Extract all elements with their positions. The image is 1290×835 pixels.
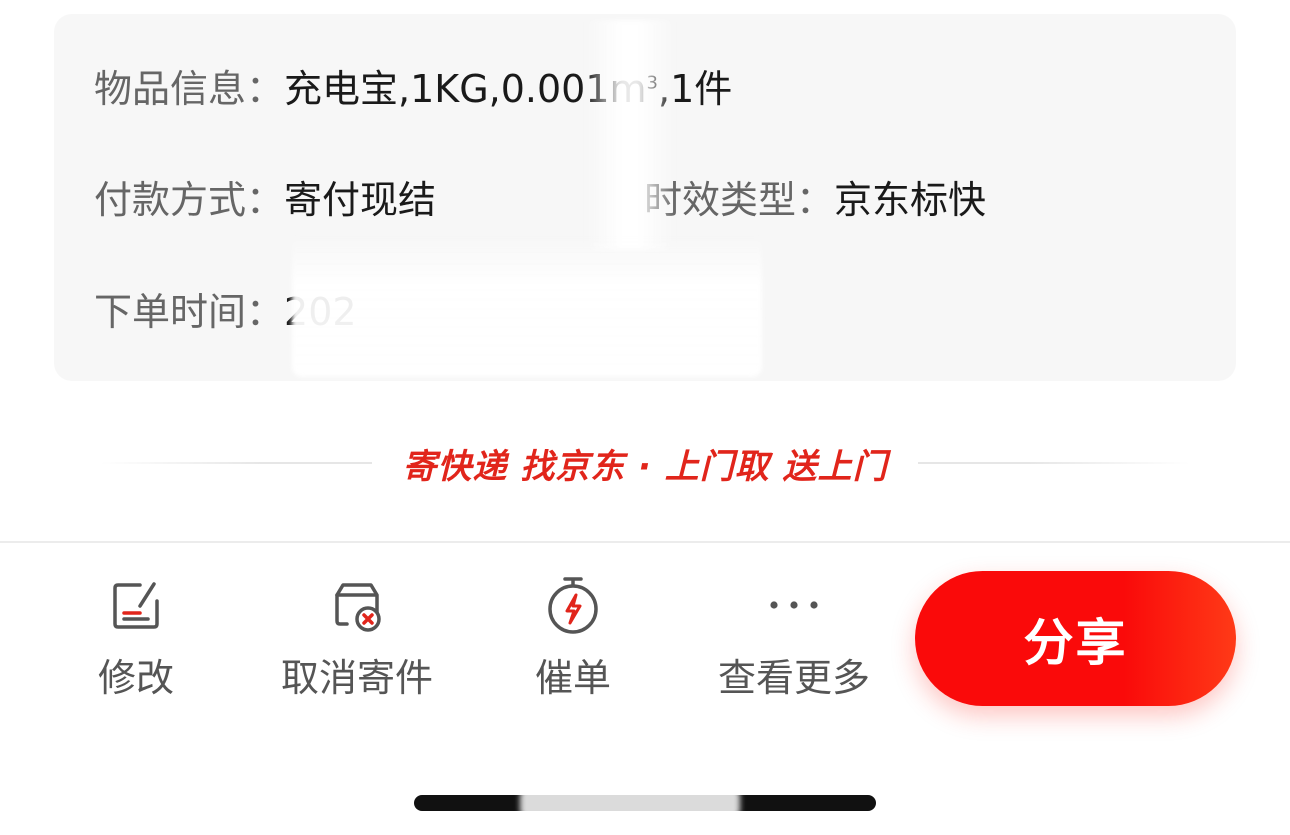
slogan-banner: 寄快递 找京东 · 上门取 送上门 bbox=[100, 438, 1191, 488]
urge-order-label: 催单 bbox=[534, 656, 611, 700]
order-time-label: 下单时间： bbox=[94, 290, 285, 334]
urge-order-button[interactable]: 催单 bbox=[533, 575, 613, 702]
order-detail-page: 物品信息： 充电宝,1KG,0.001m3,1件 付款方式： 寄付现结 时效类型… bbox=[0, 0, 1290, 835]
slogan-divider-left bbox=[100, 462, 373, 464]
redaction-mark bbox=[585, 20, 675, 250]
view-more-button[interactable]: 查看更多 bbox=[714, 575, 874, 702]
edit-note-icon bbox=[106, 575, 166, 635]
slogan-divider-right bbox=[917, 462, 1191, 464]
redaction-mark bbox=[292, 235, 762, 377]
watermark-smear bbox=[520, 788, 740, 818]
payment-method-value: 寄付现结 bbox=[284, 178, 437, 222]
payment-method-label: 付款方式： bbox=[94, 178, 285, 222]
slogan-text: 寄快递 找京东 · 上门取 送上门 bbox=[402, 446, 888, 487]
action-bar-divider bbox=[0, 541, 1290, 543]
cancel-package-icon bbox=[327, 575, 387, 635]
payment-method-row: 付款方式： 寄付现结 bbox=[94, 172, 436, 228]
share-button[interactable]: 分享 bbox=[915, 571, 1236, 706]
more-dots-icon bbox=[764, 575, 824, 635]
edit-button[interactable]: 修改 bbox=[96, 575, 176, 702]
stopwatch-bolt-icon bbox=[543, 575, 603, 635]
view-more-label: 查看更多 bbox=[717, 656, 870, 700]
delivery-type-row: 时效类型： 京东标快 bbox=[644, 172, 986, 228]
edit-label: 修改 bbox=[97, 656, 174, 700]
cancel-shipment-label: 取消寄件 bbox=[280, 656, 433, 700]
cancel-shipment-button[interactable]: 取消寄件 bbox=[277, 575, 437, 702]
delivery-type-value: 京东标快 bbox=[834, 178, 987, 222]
item-info-label: 物品信息： bbox=[94, 67, 285, 111]
